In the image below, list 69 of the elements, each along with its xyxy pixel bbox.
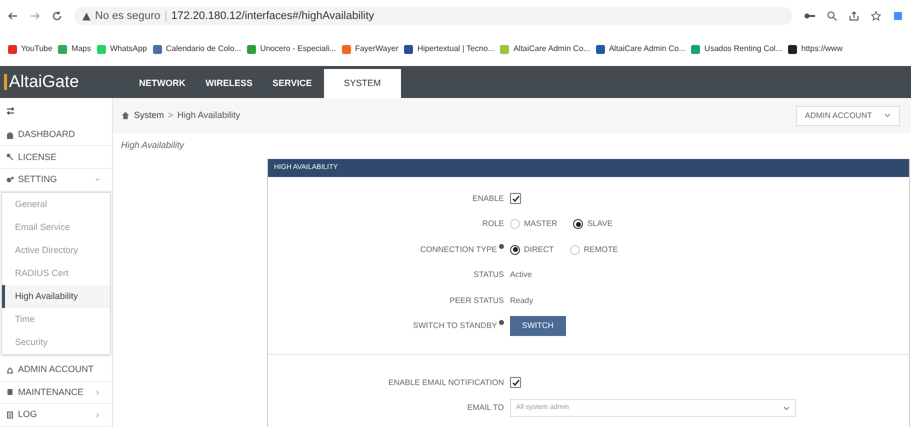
menu-icon bbox=[6, 411, 14, 420]
bookmark[interactable]: Unocero - Especiali... bbox=[247, 43, 336, 55]
account-dropdown[interactable]: ADMIN ACCOUNT bbox=[796, 106, 900, 126]
extension-icon[interactable] bbox=[893, 11, 903, 21]
bookmark[interactable]: YouTube bbox=[8, 43, 52, 55]
sidebar-item[interactable]: MAINTENANCE bbox=[0, 382, 112, 404]
breadcrumb-separator: > bbox=[168, 108, 174, 122]
bookmark[interactable]: Hipertextual | Tecno... bbox=[404, 43, 494, 55]
sidebar-item[interactable]: SETTING bbox=[0, 169, 112, 192]
menu-icon bbox=[6, 388, 14, 396]
sidebar-item[interactable]: DASHBOARD bbox=[0, 124, 112, 146]
radio-option[interactable]: MASTER bbox=[510, 218, 558, 230]
switch-button[interactable]: SWITCH bbox=[510, 316, 566, 336]
field-label: PEER STATUS bbox=[450, 294, 504, 307]
warning-icon bbox=[82, 12, 91, 20]
key-icon[interactable] bbox=[804, 12, 815, 20]
field-label: ROLE bbox=[482, 218, 504, 230]
bookmark[interactable]: Usados Renting Col... bbox=[691, 43, 782, 55]
bookmark[interactable]: FayerWayer bbox=[342, 43, 398, 55]
chevron-down-icon bbox=[783, 406, 790, 411]
reload-icon[interactable] bbox=[52, 11, 62, 21]
separator: | bbox=[164, 8, 168, 24]
bookmark[interactable]: Calendario de Colo... bbox=[152, 43, 242, 55]
breadcrumb-link[interactable]: System bbox=[134, 108, 164, 122]
menu-icon bbox=[6, 130, 14, 139]
checkbox[interactable] bbox=[510, 193, 521, 204]
menu-icon bbox=[6, 176, 14, 184]
star-icon[interactable] bbox=[871, 11, 881, 21]
bookmark[interactable]: WhatsApp bbox=[97, 43, 147, 55]
url-text: 172.20.180.12/interfaces#/highAvailability bbox=[171, 8, 374, 24]
radio-button[interactable] bbox=[510, 244, 520, 255]
bookmark[interactable]: Maps bbox=[58, 43, 91, 55]
address-bar[interactable]: No es seguro | 172.20.180.12/interfaces#/highAvailability bbox=[74, 7, 792, 25]
checkbox[interactable] bbox=[510, 377, 521, 388]
menu-icon bbox=[6, 366, 14, 374]
radio-option[interactable]: REMOTE bbox=[570, 244, 618, 256]
field-label: ENABLE EMAIL NOTIFICATION bbox=[388, 376, 504, 389]
page-title: High Availability bbox=[121, 139, 184, 152]
nav-tab[interactable]: NETWORK bbox=[131, 69, 194, 98]
home-icon[interactable] bbox=[121, 111, 130, 120]
menu-icon bbox=[6, 153, 14, 162]
radio-option[interactable]: DIRECT bbox=[510, 244, 554, 256]
toggle-icon[interactable] bbox=[6, 106, 15, 115]
field-label: CONNECTION TYPE bbox=[420, 244, 497, 256]
zoom-icon[interactable] bbox=[827, 11, 837, 21]
back-icon[interactable] bbox=[8, 11, 18, 21]
field-label: SWITCH TO STANDBY bbox=[412, 320, 497, 332]
field-label: EMAIL TO bbox=[467, 402, 504, 414]
bookmark[interactable]: AltaiCare Admin Co... bbox=[500, 43, 590, 55]
radio-button[interactable] bbox=[573, 219, 584, 230]
breadcrumb-current: High Availability bbox=[177, 108, 240, 122]
chevron-down-icon bbox=[884, 113, 891, 118]
field-label: ENABLE bbox=[472, 192, 504, 205]
sidebar-item[interactable]: LOG bbox=[0, 404, 112, 427]
bookmark[interactable]: https://www bbox=[788, 43, 843, 55]
radio-option[interactable]: SLAVE bbox=[573, 218, 613, 230]
field-label: STATUS bbox=[474, 269, 504, 282]
bookmark[interactable]: AltaiCare Admin Co... bbox=[596, 43, 686, 55]
submenu-item[interactable]: High Availability bbox=[2, 284, 110, 308]
sidebar-item[interactable]: ADMIN ACCOUNT bbox=[0, 358, 112, 382]
nav-tab[interactable]: SERVICE bbox=[264, 69, 320, 98]
security-label: No es seguro bbox=[95, 8, 160, 24]
nav-tab[interactable]: SYSTEM bbox=[324, 69, 401, 98]
logo: AltaiGate bbox=[4, 69, 79, 95]
sidebar-item[interactable]: LICENSE bbox=[0, 146, 112, 170]
share-icon[interactable] bbox=[849, 11, 859, 21]
status-value: Ready bbox=[510, 294, 534, 307]
status-value: Active bbox=[510, 269, 532, 282]
nav-tab[interactable]: WIRELESS bbox=[198, 69, 261, 98]
